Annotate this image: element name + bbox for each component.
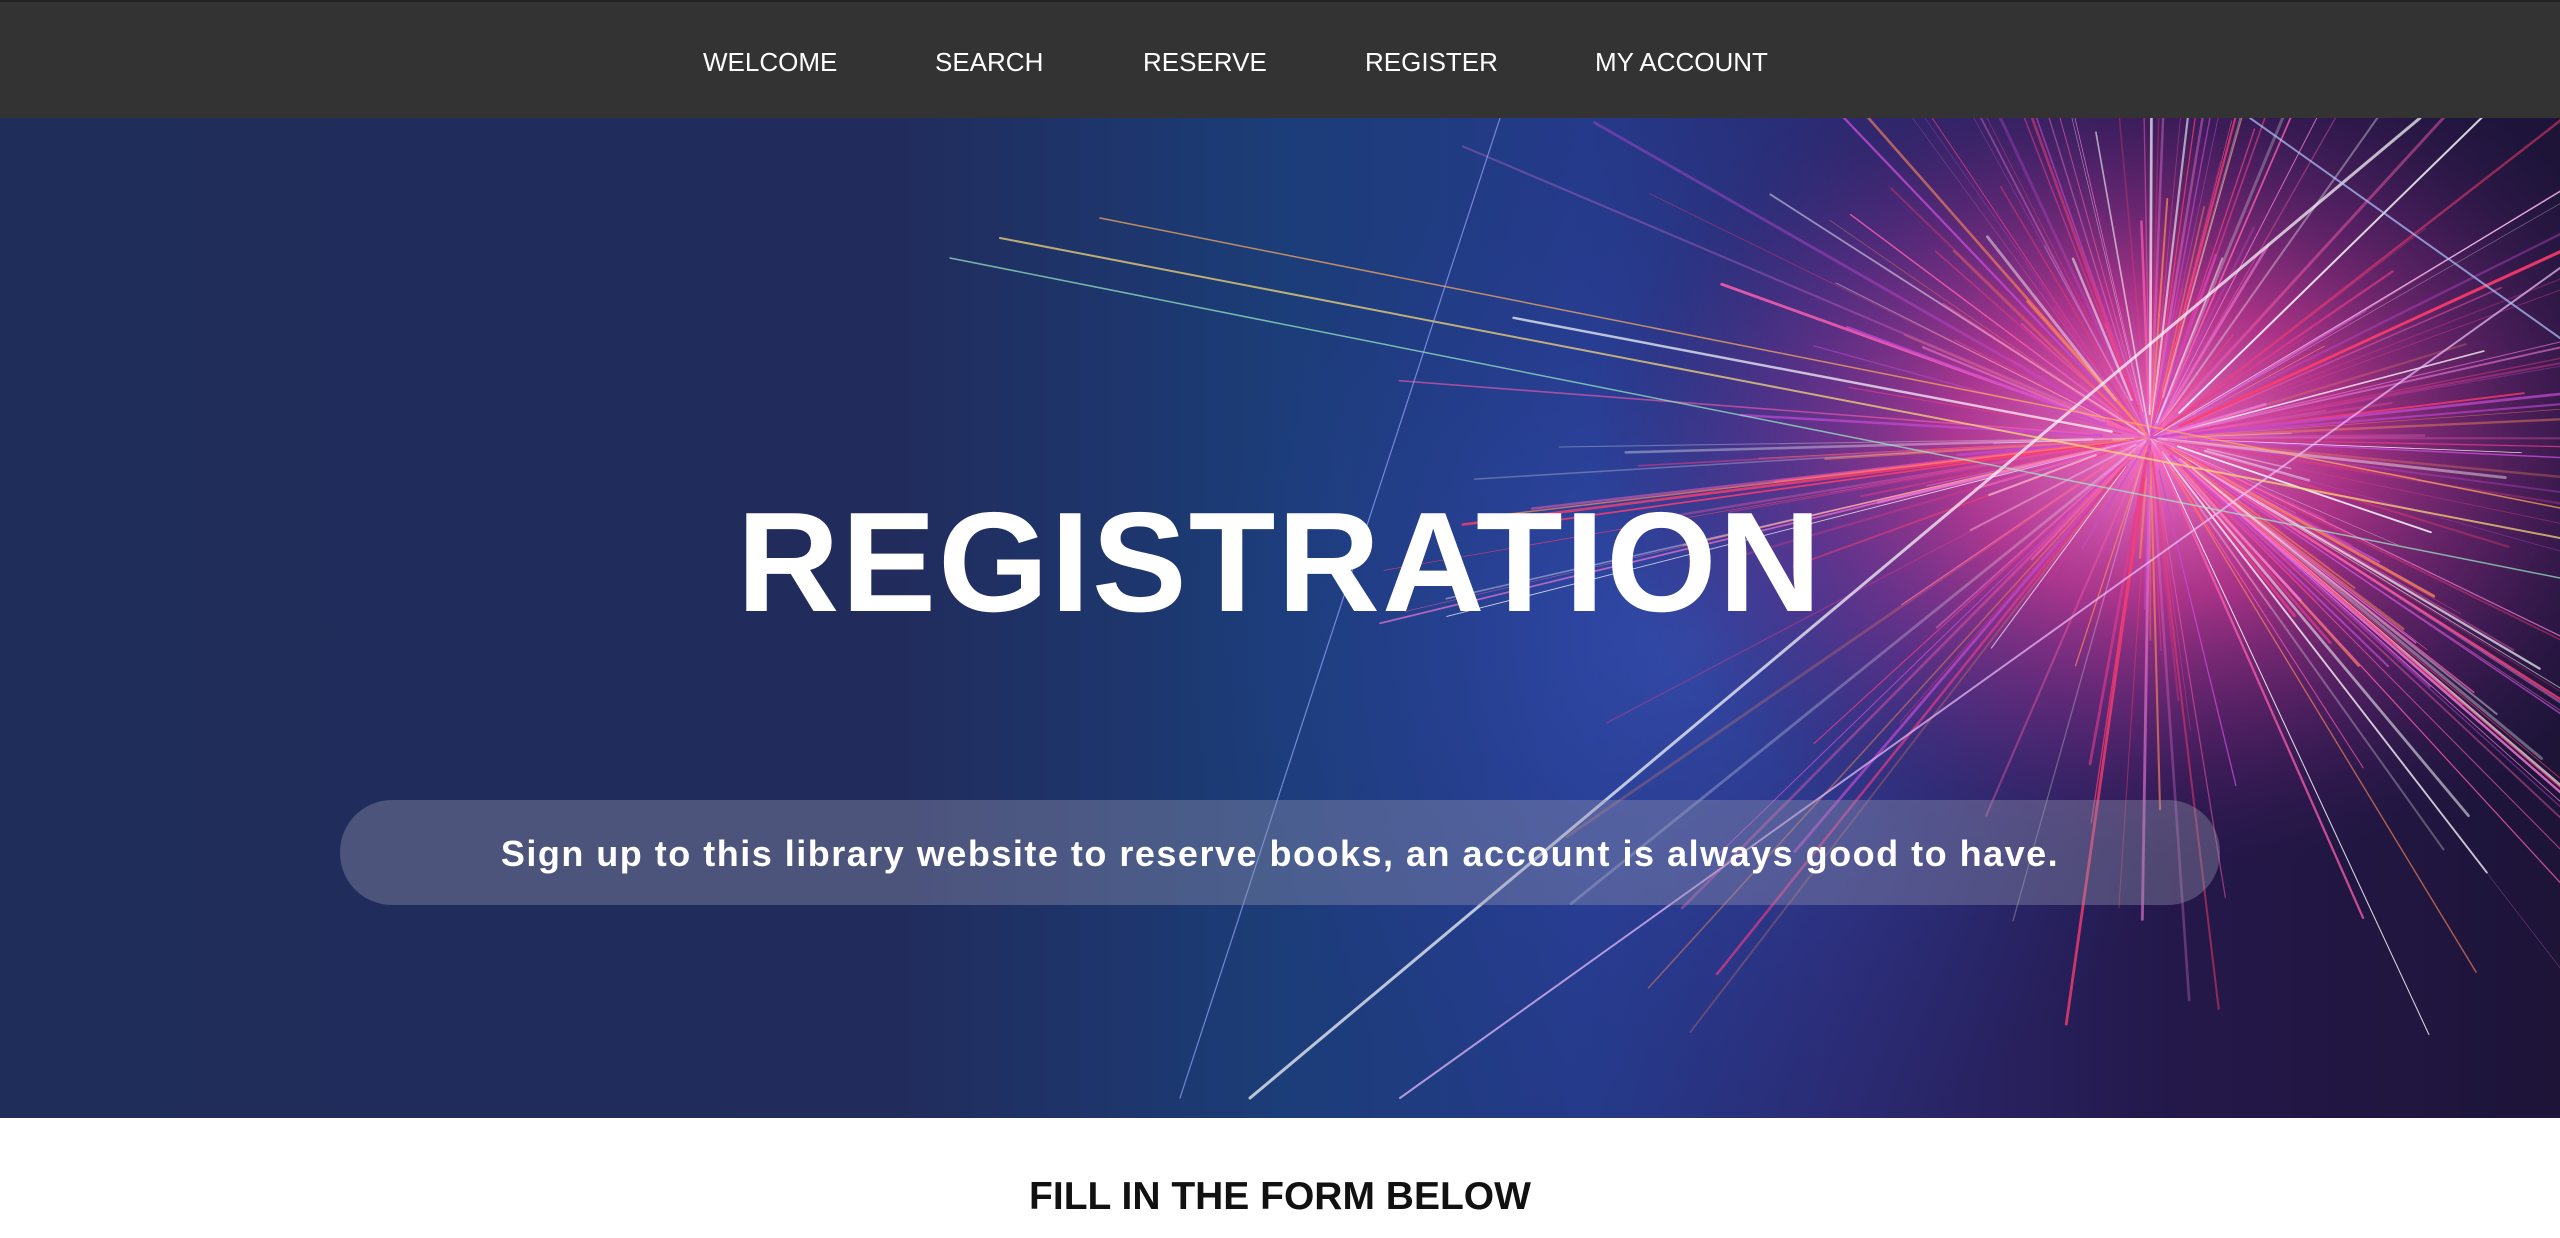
- nav-link-reserve[interactable]: RESERVE: [1143, 46, 1267, 78]
- nav-link-search[interactable]: SEARCH: [935, 46, 1043, 78]
- nav-link-register[interactable]: REGISTER: [1365, 46, 1498, 78]
- hero-subtitle: Sign up to this library website to reser…: [500, 833, 2060, 874]
- top-navigation-bar: WELCOME SEARCH RESERVE REGISTER MY ACCOU…: [0, 0, 2560, 118]
- form-heading: FILL IN THE FORM BELOW: [1029, 1175, 1531, 1219]
- page-title: REGISTRATION: [736, 483, 1824, 642]
- hero-banner: REGISTRATION Sign up to this library web…: [0, 118, 2560, 1118]
- nav-link-welcome[interactable]: WELCOME: [703, 46, 837, 78]
- nav-link-my-account[interactable]: MY ACCOUNT: [1595, 46, 1768, 78]
- hero-subtitle-banner: Sign up to this library website to reser…: [340, 800, 2220, 905]
